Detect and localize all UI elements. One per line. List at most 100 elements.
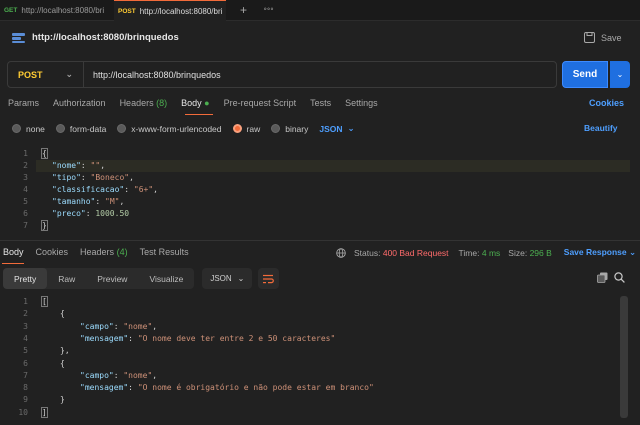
wrap-lines-button[interactable]: [258, 268, 280, 289]
beautify-link[interactable]: Beautify: [584, 123, 618, 133]
radio-urlencoded[interactable]: x-www-form-urlencoded: [117, 123, 222, 134]
format-label: JSON: [319, 123, 343, 134]
status-value[interactable]: 400 Bad Request: [383, 248, 449, 258]
json-key: "classificacao": [52, 185, 125, 194]
response-view-bar: Pretty Raw Preview Visualize JSON ⌄: [3, 268, 280, 289]
json-key: "mensagem": [80, 383, 129, 393]
line-number: 3: [23, 173, 28, 182]
response-headers-count: (4): [116, 247, 128, 257]
globe-icon[interactable]: [336, 247, 346, 258]
response-tabs: Body Cookies Headers (4) Test Results: [3, 247, 201, 257]
send-button[interactable]: Send: [562, 61, 608, 88]
body-type-options: none form-data x-www-form-urlencoded raw…: [12, 123, 355, 134]
radio-raw[interactable]: raw: [232, 123, 261, 134]
method-label: POST: [18, 69, 43, 80]
line-number: 10: [18, 407, 28, 417]
wrap-icon: [263, 274, 275, 283]
tab-tests[interactable]: Tests: [310, 98, 331, 108]
view-raw[interactable]: Raw: [47, 268, 86, 289]
http-request-icon: [12, 32, 25, 46]
response-tab-test-results[interactable]: Test Results: [140, 247, 189, 257]
tab-authorization[interactable]: Authorization: [53, 98, 106, 108]
add-tab-button[interactable]: +: [240, 3, 247, 17]
view-visualize[interactable]: Visualize: [138, 268, 194, 289]
method-select[interactable]: POST ⌄: [8, 62, 84, 87]
radio-binary[interactable]: binary: [271, 124, 308, 134]
body-dot-icon: ●: [204, 98, 210, 108]
radio-label: form-data: [69, 123, 107, 134]
save-button[interactable]: Save: [584, 32, 622, 43]
code-line: "classificacao": "6+",: [52, 185, 158, 194]
code-line: "nome": "",: [52, 161, 106, 170]
radio-none[interactable]: none: [12, 124, 45, 134]
tab-body[interactable]: Body ●: [181, 98, 209, 108]
response-format-select[interactable]: JSON ⌄: [202, 268, 253, 289]
save-response-label: Save Response: [563, 247, 627, 257]
json-key: "preco": [52, 209, 86, 218]
line-number: 5: [23, 197, 28, 206]
time-value[interactable]: 4 ms: [482, 248, 500, 258]
cookies-link[interactable]: Cookies: [589, 98, 624, 108]
copy-icon[interactable]: [597, 272, 608, 285]
view-mode-segmented: Pretty Raw Preview Visualize: [3, 268, 195, 289]
tab-get-request[interactable]: GET http://localhost:8080/bri: [0, 0, 112, 21]
more-tabs-icon[interactable]: ∘∘∘: [263, 5, 274, 13]
tab-headers[interactable]: Headers (8): [120, 98, 168, 108]
url-input[interactable]: http://localhost:8080/brinquedos: [84, 70, 221, 80]
radio-icon: [12, 124, 21, 133]
time-label: Time:: [458, 247, 480, 258]
code-line: "mensagem": "O nome é obrigatório e não …: [80, 383, 374, 393]
tab-post-request[interactable]: POST http://localhost:8080/bri ✕: [114, 0, 226, 21]
tab-body-label: Body: [181, 98, 202, 108]
response-body-viewer[interactable]: 1 2 3 4 5 6 7 8 9 10 [ { "campo": "nome"…: [0, 296, 630, 421]
request-body-editor[interactable]: 1 2 3 4 5 6 7 { "nome": "", "tipo": "Bon…: [0, 148, 630, 236]
tab-prerequest-script[interactable]: Pre-request Script: [224, 98, 297, 108]
code-line: {: [41, 148, 48, 160]
json-key: "campo": [80, 321, 114, 331]
json-comma: ,: [119, 197, 125, 206]
response-tab-headers-label: Headers: [80, 247, 115, 257]
size-value[interactable]: 296 B: [530, 248, 552, 258]
radio-label: x-www-form-urlencoded: [131, 123, 222, 134]
format-select[interactable]: JSON ⌄: [319, 123, 354, 134]
code-brace: },: [60, 346, 70, 356]
code-line: "preco": 1000.50: [52, 209, 130, 218]
line-number: 5: [23, 346, 28, 356]
send-options-button[interactable]: ⌄: [610, 61, 630, 88]
save-response-button[interactable]: Save Response ⌄: [564, 247, 636, 258]
request-tabs: Params Authorization Headers (8) Body ● …: [8, 98, 392, 108]
response-scrollbar[interactable]: [620, 296, 628, 418]
tab-settings[interactable]: Settings: [345, 98, 378, 108]
tab-params[interactable]: Params: [8, 98, 39, 108]
response-tab-headers[interactable]: Headers (4): [80, 247, 128, 257]
chevron-down-icon: ⌄: [347, 123, 355, 133]
view-preview[interactable]: Preview: [86, 268, 138, 289]
tab-title: http://localhost:8080/bri: [139, 6, 223, 16]
tab-title: http://localhost:8080/bri: [21, 6, 105, 15]
code-brace: }: [41, 220, 48, 231]
json-key: "tamanho": [52, 197, 96, 206]
code-line: "tipo": "Boneco",: [52, 173, 134, 182]
view-pretty[interactable]: Pretty: [3, 268, 48, 289]
radio-form-data[interactable]: form-data: [55, 123, 107, 134]
code-line: "campo": "nome",: [80, 321, 158, 331]
chevron-down-icon: ⌄: [616, 70, 624, 79]
pane-divider[interactable]: [0, 240, 640, 241]
line-number: 8: [23, 383, 28, 393]
json-comma: ,: [129, 173, 134, 182]
current-line-highlight: [36, 160, 630, 172]
search-icon[interactable]: [614, 272, 625, 285]
json-value: "Boneco": [90, 173, 130, 182]
json-comma: ,: [153, 185, 158, 194]
code-line: }: [60, 394, 65, 406]
code-brace: {: [60, 309, 65, 319]
response-tab-cookies[interactable]: Cookies: [36, 247, 69, 257]
line-number: 2: [23, 309, 28, 319]
radio-label: raw: [246, 123, 261, 134]
response-tab-body[interactable]: Body: [3, 247, 24, 257]
json-key: "nome": [52, 161, 81, 170]
save-icon: [584, 32, 595, 43]
json-value: "O nome deve ter entre 2 e 50 caracteres…: [137, 333, 336, 343]
json-key: "campo": [80, 370, 114, 380]
json-value: "": [90, 161, 101, 170]
